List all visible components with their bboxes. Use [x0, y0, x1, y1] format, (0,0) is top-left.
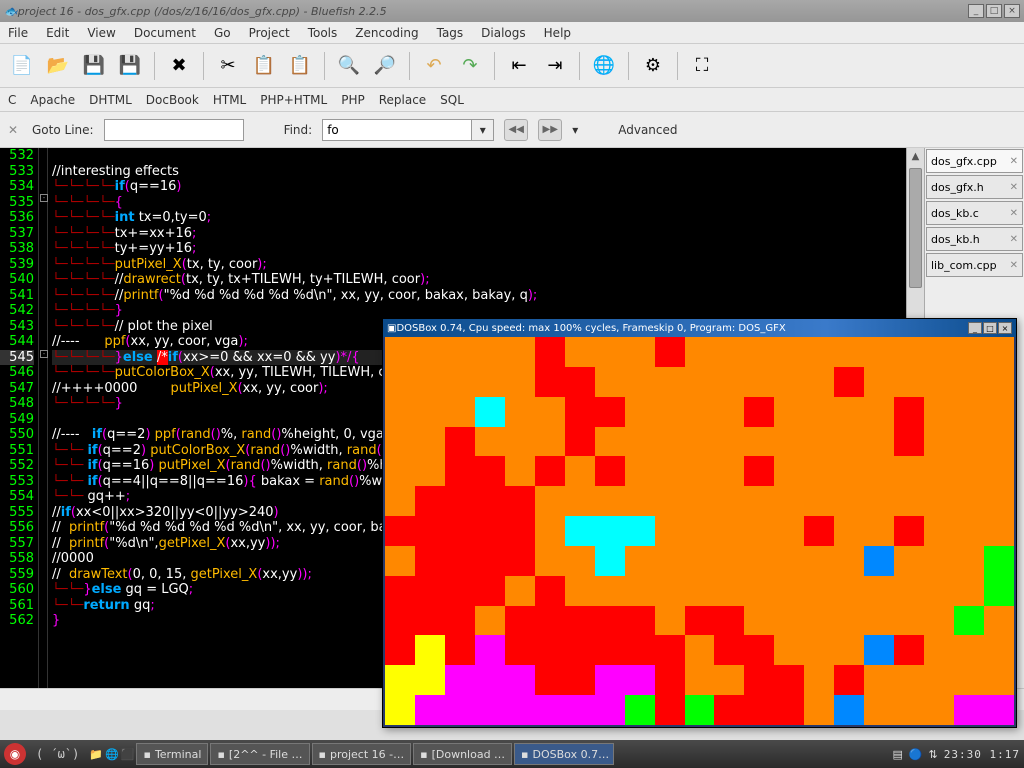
window-title: project 16 - dos_gfx.cpp (/dos/z/16/16/d… [18, 5, 968, 18]
goto-label: Goto Line: [32, 123, 94, 137]
undo-icon[interactable]: ↶ [418, 50, 450, 82]
start-button[interactable]: ◉ [4, 743, 26, 765]
fold-column: - - [38, 148, 48, 688]
language-bar: C Apache DHTML DocBook HTML PHP+HTML PHP Replac… [0, 88, 1024, 112]
emoticon: ( ´ω`) [36, 747, 79, 761]
maximize-button[interactable]: □ [986, 4, 1002, 18]
tab-close-icon[interactable]: ✕ [1010, 208, 1018, 219]
cut-icon[interactable]: ✂ [212, 50, 244, 82]
lang-sql[interactable]: SQL [440, 93, 464, 107]
paste-icon[interactable]: 📋 [284, 50, 316, 82]
fullscreen-icon[interactable]: ⛶ [686, 50, 718, 82]
menu-document[interactable]: Document [134, 26, 196, 40]
new-file-icon[interactable]: 📄 [6, 50, 38, 82]
menu-project[interactable]: Project [249, 26, 290, 40]
menu-edit[interactable]: Edit [46, 26, 69, 40]
menu-go[interactable]: Go [214, 26, 231, 40]
taskbar-item[interactable]: ▪project 16 -… [312, 743, 412, 765]
menu-tags[interactable]: Tags [437, 26, 464, 40]
window-titlebar: 🐟 project 16 - dos_gfx.cpp (/dos/z/16/16… [0, 0, 1024, 22]
menu-tools[interactable]: Tools [308, 26, 338, 40]
browser-icon[interactable]: 🌐 [588, 50, 620, 82]
close-file-icon[interactable]: ✖ [163, 50, 195, 82]
redo-icon[interactable]: ↷ [454, 50, 486, 82]
lang-docbook[interactable]: DocBook [146, 93, 199, 107]
clock: 23:30 1:17 [944, 748, 1020, 761]
fold-marker-icon[interactable]: - [40, 194, 48, 202]
search-replace-icon[interactable]: 🔎 [369, 50, 401, 82]
find-label: Find: [284, 123, 313, 137]
taskbar-item[interactable]: ▪Terminal [136, 743, 208, 765]
lang-html[interactable]: HTML [213, 93, 246, 107]
dosbox-canvas [385, 337, 1014, 725]
find-dropdown-icon[interactable]: ▾ [472, 119, 494, 141]
unindent-icon[interactable]: ⇤ [503, 50, 535, 82]
window-controls: _ □ × [968, 4, 1020, 18]
save-icon[interactable]: 💾 [78, 50, 110, 82]
file-tab[interactable]: dos_kb.h✕ [926, 227, 1023, 251]
file-tab[interactable]: dos_gfx.cpp✕ [926, 149, 1023, 173]
save-all-icon[interactable]: 💾 [114, 50, 146, 82]
advanced-link[interactable]: Advanced [618, 123, 677, 137]
close-button[interactable]: × [1004, 4, 1020, 18]
menu-dialogs[interactable]: Dialogs [481, 26, 525, 40]
taskbar-item[interactable]: ▪DOSBox 0.7… [514, 743, 614, 765]
copy-icon[interactable]: 📋 [248, 50, 280, 82]
lang-dhtml[interactable]: DHTML [89, 93, 132, 107]
lang-apache[interactable]: Apache [30, 93, 75, 107]
menu-file[interactable]: File [8, 26, 28, 40]
file-tab[interactable]: lib_com.cpp✕ [926, 253, 1023, 277]
file-tab[interactable]: dos_kb.c✕ [926, 201, 1023, 225]
tray-icon[interactable]: 📁 [89, 748, 103, 761]
dosbox-close-button[interactable]: × [998, 322, 1012, 334]
tab-close-icon[interactable]: ✕ [1010, 156, 1018, 167]
tray-icon[interactable]: ⬛ [121, 748, 135, 761]
tab-close-icon[interactable]: ✕ [1010, 182, 1018, 193]
system-tray: ▤ 🔵 ⇅ 23:30 1:17 [892, 748, 1020, 761]
lang-php+html[interactable]: PHP+HTML [260, 93, 327, 107]
close-goto-icon[interactable]: ✕ [8, 123, 22, 137]
open-file-icon[interactable]: 📂 [42, 50, 74, 82]
dosbox-titlebar[interactable]: ▣ DOSBox 0.74, Cpu speed: max 100% cycle… [383, 319, 1016, 337]
taskbar: ◉ ( ´ω`) 📁 🌐 ⬛ ▪Terminal▪[2^^ - File …▪p… [0, 740, 1024, 768]
line-gutter: 5325335345355365375385395405415425435445… [0, 148, 38, 629]
menu-view[interactable]: View [87, 26, 115, 40]
menu-help[interactable]: Help [544, 26, 571, 40]
menu-bar: File Edit View Document Go Project Tools Zencod… [0, 22, 1024, 44]
tray-icon[interactable]: 🌐 [105, 748, 119, 761]
find-prev-button[interactable]: ◀◀ [504, 119, 528, 141]
tray-icon[interactable]: ⇅ [929, 748, 938, 761]
minimize-button[interactable]: _ [968, 4, 984, 18]
lang-replace[interactable]: Replace [379, 93, 426, 107]
tray-icon[interactable]: ▤ [892, 748, 902, 761]
file-tab[interactable]: dos_gfx.h✕ [926, 175, 1023, 199]
preferences-icon[interactable]: ⚙ [637, 50, 669, 82]
dosbox-title: DOSBox 0.74, Cpu speed: max 100% cycles,… [396, 323, 968, 334]
menu-zencoding[interactable]: Zencoding [355, 26, 418, 40]
tab-close-icon[interactable]: ✕ [1010, 234, 1018, 245]
lang-php[interactable]: PHP [341, 93, 365, 107]
app-icon: 🐟 [4, 5, 18, 18]
dosbox-window[interactable]: ▣ DOSBox 0.74, Cpu speed: max 100% cycle… [382, 318, 1017, 728]
search-bar: ✕ Goto Line: Find: ▾ ◀◀ ▶▶ ▾ Advanced [0, 112, 1024, 148]
tab-close-icon[interactable]: ✕ [1010, 260, 1018, 271]
find-menu-icon[interactable]: ▾ [572, 123, 578, 137]
scroll-thumb[interactable] [909, 168, 922, 288]
find-input[interactable] [322, 119, 472, 141]
fold-marker-icon[interactable]: - [40, 350, 48, 358]
tray-icon[interactable]: 🔵 [909, 748, 923, 761]
dosbox-maximize-button[interactable]: □ [983, 322, 997, 334]
goto-input[interactable] [104, 119, 244, 141]
dosbox-icon: ▣ [387, 323, 396, 334]
taskbar-item[interactable]: ▪[Download … [413, 743, 512, 765]
indent-icon[interactable]: ⇥ [539, 50, 571, 82]
find-next-button[interactable]: ▶▶ [538, 119, 562, 141]
dosbox-minimize-button[interactable]: _ [968, 322, 982, 334]
scroll-up-icon[interactable]: ▲ [907, 148, 924, 164]
taskbar-item[interactable]: ▪[2^^ - File … [210, 743, 309, 765]
search-icon[interactable]: 🔍 [333, 50, 365, 82]
main-toolbar: 📄 📂 💾 💾 ✖ ✂ 📋 📋 🔍 🔎 ↶ ↷ ⇤ ⇥ 🌐 ⚙ ⛶ [0, 44, 1024, 88]
lang-c[interactable]: C [8, 93, 16, 107]
